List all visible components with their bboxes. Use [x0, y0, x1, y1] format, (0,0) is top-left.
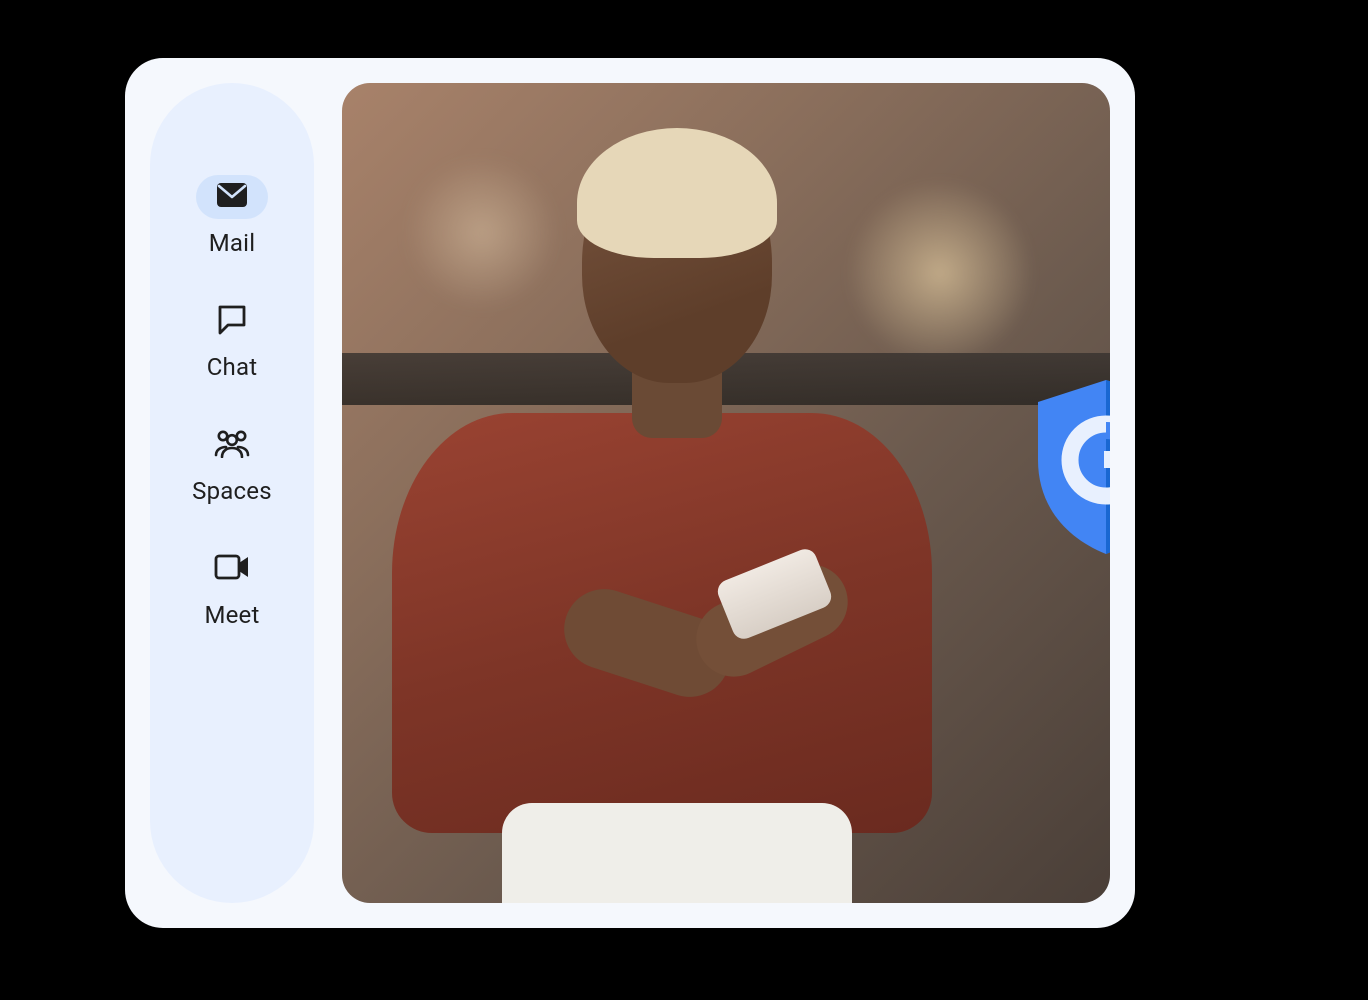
sidebar-item-label: Meet: [204, 601, 259, 629]
meet-icon: [214, 553, 250, 585]
meet-icon-wrap: [196, 547, 268, 591]
sidebar-item-mail[interactable]: Mail: [196, 175, 268, 257]
google-shield-icon: [1032, 378, 1110, 556]
sidebar-item-label: Mail: [209, 229, 255, 257]
sidebar-item-label: Chat: [207, 353, 258, 381]
hero-photo: [342, 83, 1110, 903]
mail-icon: [216, 182, 248, 212]
photo-scene: [342, 83, 1110, 903]
chat-icon-wrap: [196, 299, 268, 343]
sidebar-item-meet[interactable]: Meet: [196, 547, 268, 629]
chat-icon: [216, 303, 248, 339]
mail-icon-pill: [196, 175, 268, 219]
app-card: Mail Chat: [125, 58, 1135, 928]
spaces-icon: [214, 428, 250, 462]
sidebar-item-label: Spaces: [192, 477, 272, 505]
sidebar-item-spaces[interactable]: Spaces: [192, 423, 272, 505]
app-sidebar: Mail Chat: [150, 83, 314, 903]
sidebar-item-chat[interactable]: Chat: [196, 299, 268, 381]
spaces-icon-wrap: [196, 423, 268, 467]
